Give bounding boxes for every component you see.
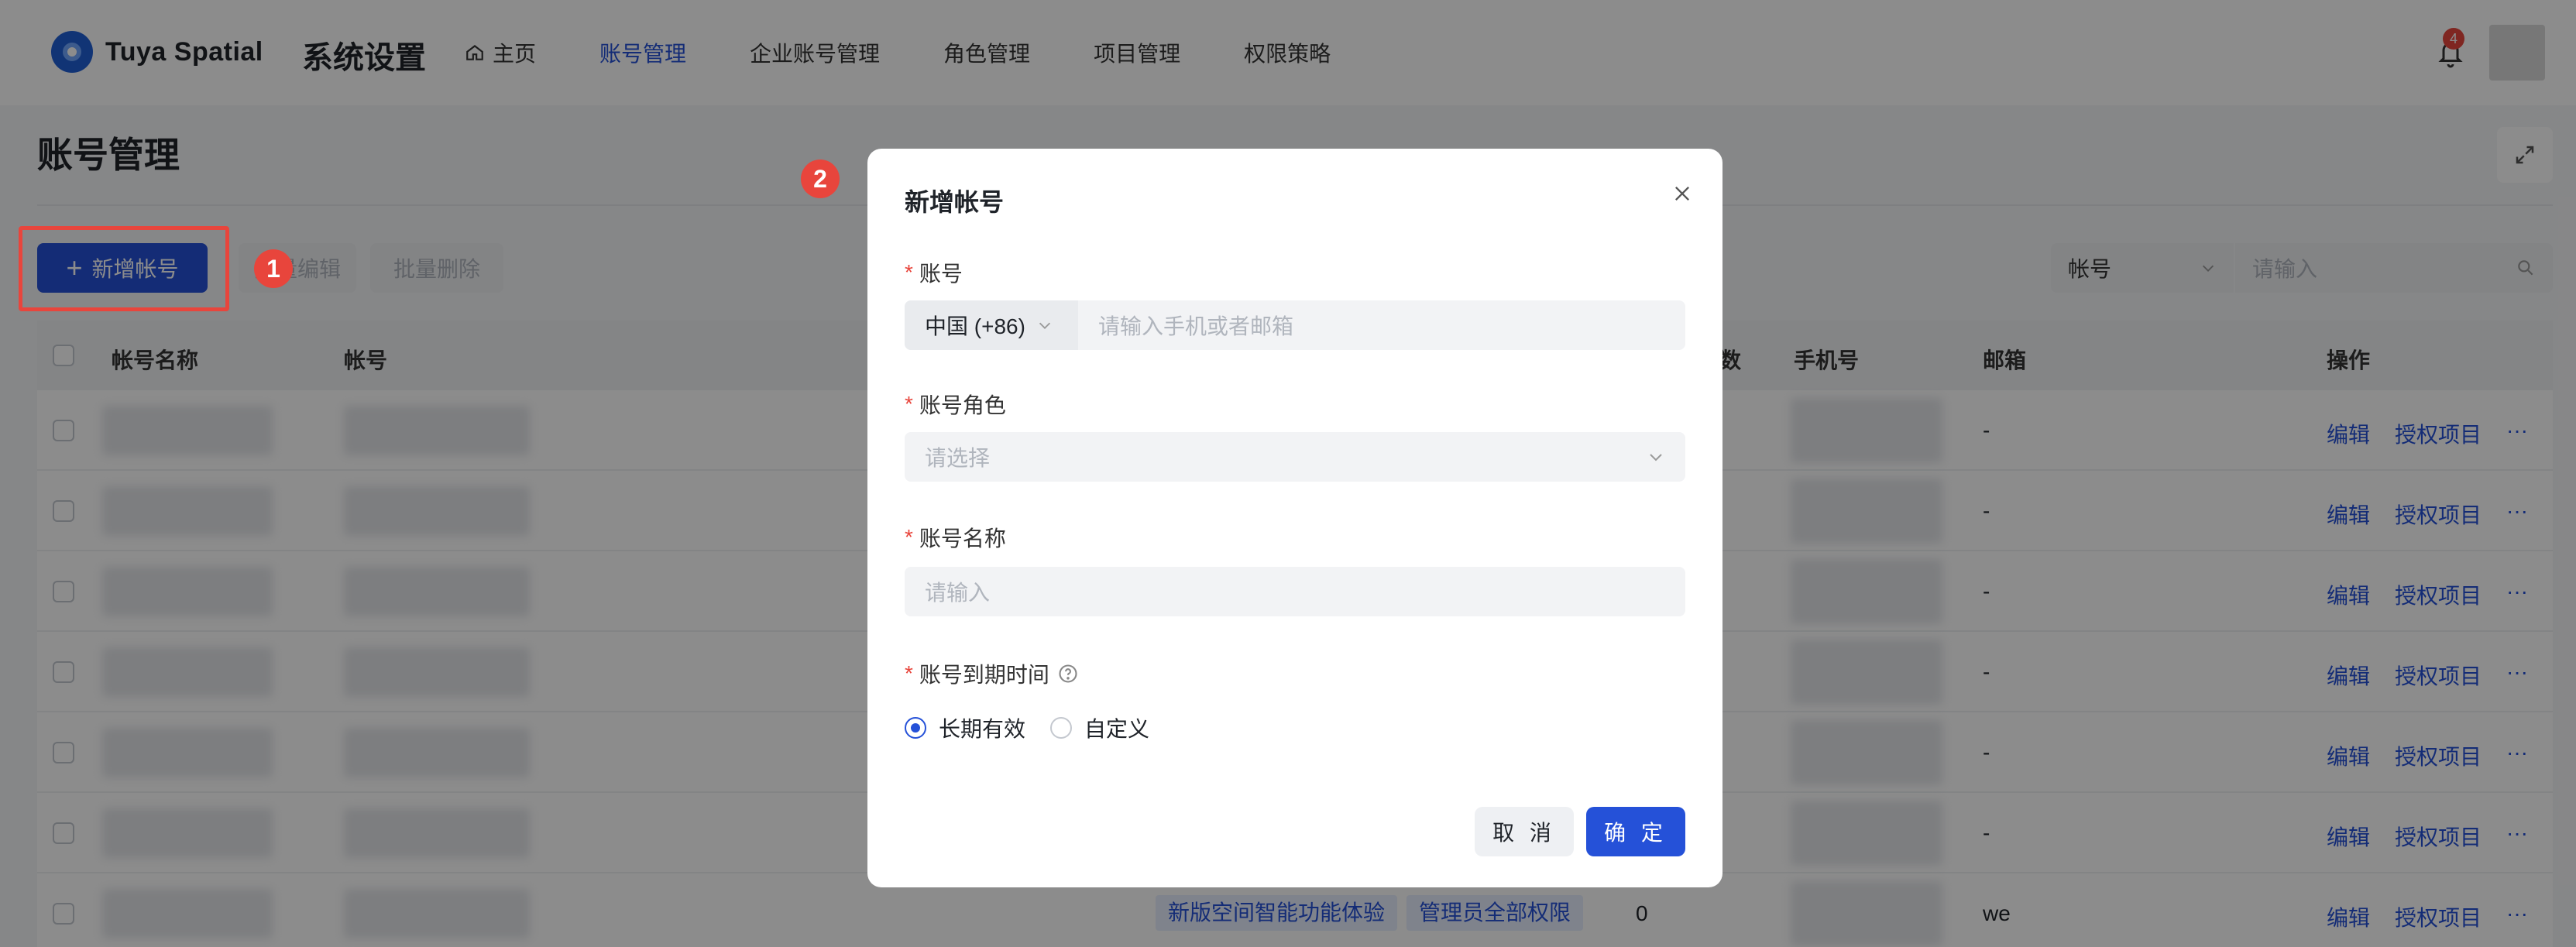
- radio-long-term[interactable]: 长期有效: [905, 712, 1025, 743]
- role-select[interactable]: 请选择: [905, 432, 1685, 482]
- role-select-placeholder: 请选择: [925, 446, 991, 470]
- radio-custom-label: 自定义: [1084, 717, 1150, 741]
- close-button[interactable]: [1667, 178, 1698, 209]
- country-code-select[interactable]: 中国 (+86): [905, 300, 1078, 350]
- account-label-text: 账号: [919, 262, 963, 286]
- cancel-button[interactable]: 取 消: [1475, 807, 1574, 856]
- account-field: 中国 (+86) 请输入手机或者邮箱: [905, 300, 1685, 350]
- radio-indicator: [1050, 717, 1073, 739]
- annotation-marker-1: 1: [254, 249, 293, 288]
- role-label-text: 账号角色: [919, 393, 1006, 417]
- add-account-dialog: 新增帐号 * 账号 中国 (+86) 请输入手机或者邮箱 * 账号角色 请选择 …: [867, 149, 1722, 887]
- confirm-button[interactable]: 确 定: [1586, 807, 1685, 856]
- expiry-label: * 账号到期时间: [905, 658, 1079, 689]
- chevron-down-icon: [1039, 322, 1051, 329]
- help-icon[interactable]: [1057, 663, 1079, 685]
- expiry-label-text: 账号到期时间: [919, 663, 1049, 687]
- required-mark: *: [905, 260, 913, 284]
- name-label: * 账号名称: [905, 522, 1006, 553]
- annotation-highlight-box: [19, 226, 229, 311]
- expiry-radio-group: 长期有效 自定义: [905, 712, 1174, 743]
- radio-indicator-checked: [905, 717, 926, 739]
- country-code-value: 中国 (+86): [925, 314, 1025, 338]
- phone-or-email-input[interactable]: 请输入手机或者邮箱: [1078, 310, 1293, 341]
- account-name-placeholder: 请输入: [925, 581, 991, 605]
- required-mark: *: [905, 392, 913, 416]
- role-label: * 账号角色: [905, 389, 1006, 420]
- close-icon: [1675, 187, 1689, 201]
- radio-custom[interactable]: 自定义: [1050, 712, 1149, 743]
- annotation-marker-2: 2: [801, 160, 840, 198]
- required-mark: *: [905, 661, 913, 685]
- account-name-input[interactable]: 请输入: [905, 567, 1685, 616]
- chevron-down-icon: [1650, 454, 1662, 461]
- dialog-title: 新增帐号: [905, 188, 1005, 216]
- account-label: * 账号: [905, 257, 963, 288]
- required-mark: *: [905, 525, 913, 549]
- radio-long-term-label: 长期有效: [939, 717, 1026, 741]
- name-label-text: 账号名称: [919, 527, 1006, 551]
